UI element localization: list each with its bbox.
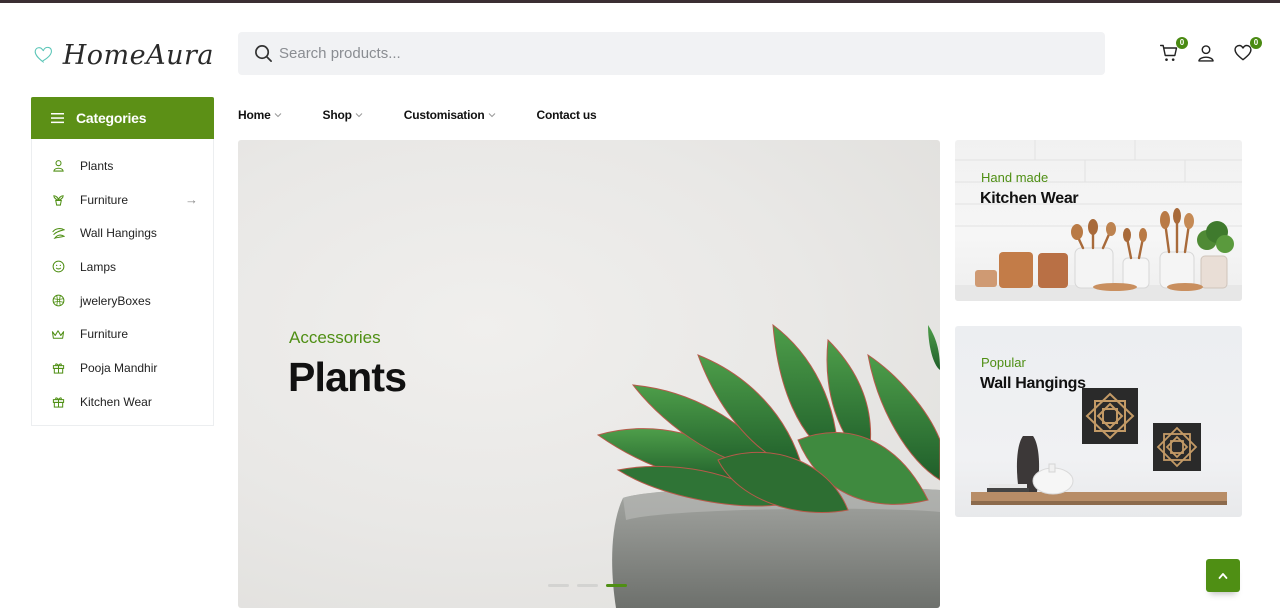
nav-contact-us[interactable]: Contact us — [537, 108, 597, 122]
kitchen-utensils-image — [955, 140, 1242, 301]
ball-icon — [51, 294, 65, 308]
main-nav: Home Shop Customisation Contact us — [238, 106, 597, 124]
search-icon — [255, 45, 272, 62]
hero-title: Plants — [288, 354, 407, 400]
hero-slider[interactable]: Accessories Plants — [238, 140, 940, 608]
category-label: Furniture — [80, 192, 129, 207]
heart-logo-icon — [34, 46, 52, 63]
chevron-up-icon — [1218, 572, 1228, 579]
category-item-plants[interactable]: Plants — [31, 149, 214, 183]
banner-subtitle: Hand made — [981, 170, 1049, 185]
category-label: Kitchen Wear — [80, 394, 152, 409]
menu-icon — [51, 113, 64, 124]
category-label: Wall Hangings — [80, 226, 157, 241]
chevron-down-icon — [274, 112, 282, 118]
account-button[interactable] — [1195, 42, 1217, 64]
categories-list: Plants Furniture → Wall Hangings Lamps j… — [31, 149, 214, 419]
chevron-down-icon — [355, 112, 363, 118]
back-to-top-button[interactable] — [1206, 559, 1240, 592]
categories-title: Categories — [76, 110, 147, 126]
gift-icon — [51, 395, 65, 409]
arrow-right-icon: → — [185, 191, 198, 207]
leaf-icon — [51, 226, 65, 240]
user-icon — [1198, 45, 1214, 62]
logo[interactable]: HomeAura — [34, 30, 214, 80]
nav-label: Shop — [322, 108, 352, 122]
slider-dot[interactable] — [577, 584, 598, 587]
cart-button[interactable]: 0 — [1158, 37, 1188, 64]
nav-shop[interactable]: Shop — [323, 108, 363, 122]
category-label: Furniture — [80, 327, 129, 342]
plant-pot-icon — [51, 193, 65, 207]
banner-title: Kitchen Wear — [980, 190, 1079, 207]
nav-customisation[interactable]: Customisation — [404, 108, 496, 122]
chevron-down-icon — [488, 112, 496, 118]
category-item-wall-hangings[interactable]: Wall Hangings — [31, 216, 214, 250]
category-item-pooja-mandhir[interactable]: Pooja Mandhir — [31, 351, 214, 385]
cart-count-badge: 0 — [1176, 37, 1188, 49]
category-item-furniture[interactable]: Furniture → — [31, 183, 214, 217]
banner-subtitle: Popular — [981, 355, 1026, 370]
category-label: Plants — [80, 158, 114, 173]
category-item-jwelery-boxes[interactable]: jweleryBoxes — [31, 284, 214, 318]
banner-kitchen-wear[interactable]: Hand made Kitchen Wear — [955, 140, 1242, 301]
smile-icon — [51, 260, 65, 274]
slider-dot[interactable] — [548, 584, 569, 587]
slider-dots — [548, 584, 627, 587]
wishlist-count-badge: 0 — [1250, 37, 1262, 49]
nav-label: Customisation — [403, 108, 485, 122]
crown-icon — [51, 327, 65, 341]
category-label: Pooja Mandhir — [80, 360, 158, 375]
logo-text: HomeAura — [62, 39, 214, 71]
banner-wall-hangings[interactable]: Popular Wall Hangings — [955, 326, 1242, 517]
category-item-furniture-2[interactable]: Furniture — [31, 317, 214, 351]
category-label: jweleryBoxes — [80, 293, 151, 308]
person-icon — [51, 159, 65, 173]
nav-label: Home — [238, 108, 271, 122]
category-item-lamps[interactable]: Lamps — [31, 250, 214, 284]
search-input[interactable] — [279, 45, 1039, 62]
nav-home[interactable]: Home — [238, 108, 282, 122]
wishlist-button[interactable]: 0 — [1232, 37, 1262, 64]
nav-label: Contact us — [536, 108, 597, 122]
gift-icon — [51, 361, 65, 375]
categories-header[interactable]: Categories — [31, 97, 214, 139]
top-accent-line — [0, 0, 1280, 3]
slider-dot-active[interactable] — [606, 584, 627, 587]
banner-title: Wall Hangings — [980, 375, 1086, 392]
category-item-kitchen-wear[interactable]: Kitchen Wear — [31, 385, 214, 419]
search-bar[interactable] — [238, 32, 1105, 75]
hero-subtitle: Accessories — [289, 328, 381, 347]
category-label: Lamps — [80, 259, 117, 274]
